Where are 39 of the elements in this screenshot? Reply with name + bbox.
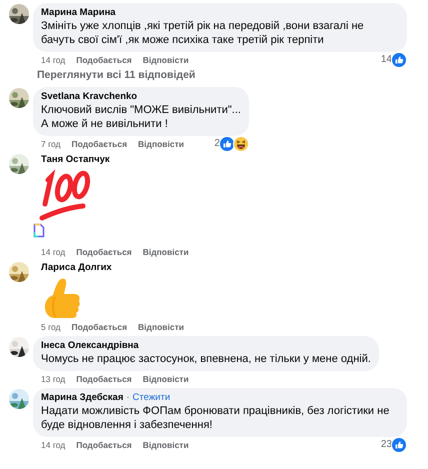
- like-link[interactable]: Подобається: [76, 54, 132, 64]
- like-icon: [391, 436, 407, 452]
- comment-time[interactable]: 5 год: [41, 322, 61, 332]
- like-link[interactable]: Подобається: [76, 246, 132, 256]
- author-name[interactable]: Таня Остапчук: [41, 154, 110, 165]
- reply-link[interactable]: Відповісти: [142, 374, 189, 384]
- like-link[interactable]: Подобається: [72, 138, 128, 148]
- author-name[interactable]: Марина Марина: [41, 7, 116, 18]
- reply-link[interactable]: Відповісти: [142, 54, 189, 64]
- like-link[interactable]: Подобається: [76, 440, 132, 450]
- view-replies-link[interactable]: Переглянути всі 11 відповідей: [37, 69, 196, 81]
- reaction-count[interactable]: 23: [380, 439, 392, 450]
- reaction-count[interactable]: 2: [214, 138, 220, 149]
- comment-time[interactable]: 7 год: [41, 138, 61, 148]
- comment-time[interactable]: 14 год: [41, 246, 66, 256]
- comment-text: Надати можливість ФОПам бронювати працівників, без логістики не буде відновлення і забезпечення!: [41, 404, 390, 432]
- reply-link[interactable]: Відповісти: [138, 138, 184, 148]
- comment-text: Чомусь не працює застосунок, впевнена, не тільки у мене одній.: [41, 352, 371, 366]
- like-link[interactable]: Подобається: [72, 322, 128, 332]
- separator-dot: ·: [126, 392, 130, 403]
- reply-link[interactable]: Відповісти: [138, 322, 184, 332]
- laughing-emoji-icon: [232, 136, 249, 152]
- comment-time[interactable]: 13 год: [41, 374, 66, 384]
- comment-text: Змініть уже хлопців ,які третій рік на передовій ,вони взагалі не бачуть свої сім'ї ,як може психіка таке третій рік терпіти: [41, 19, 365, 47]
- reply-link[interactable]: Відповісти: [142, 440, 189, 450]
- author-name[interactable]: Svetlana Kravchenko: [41, 91, 138, 102]
- author-name[interactable]: Марина Здебская: [41, 392, 124, 403]
- comment-text: Ключовий вислів "МОЖЕ вивільнити"... А може й не вивільнити !: [41, 103, 241, 131]
- author-name[interactable]: Інеса Олександрівна: [41, 340, 139, 351]
- reply-link[interactable]: Відповісти: [142, 246, 189, 256]
- author-name[interactable]: Лариса Долгих: [41, 262, 112, 273]
- like-icon: [218, 136, 235, 152]
- reaction-count[interactable]: 14: [380, 54, 392, 65]
- comment-time[interactable]: 14 год: [41, 440, 66, 450]
- like-link[interactable]: Подобається: [76, 374, 132, 384]
- like-icon: [391, 52, 407, 68]
- hundred-points-icon: [37, 168, 93, 222]
- comment-time[interactable]: 14 год: [41, 54, 66, 64]
- follow-link[interactable]: Стежити: [132, 392, 170, 403]
